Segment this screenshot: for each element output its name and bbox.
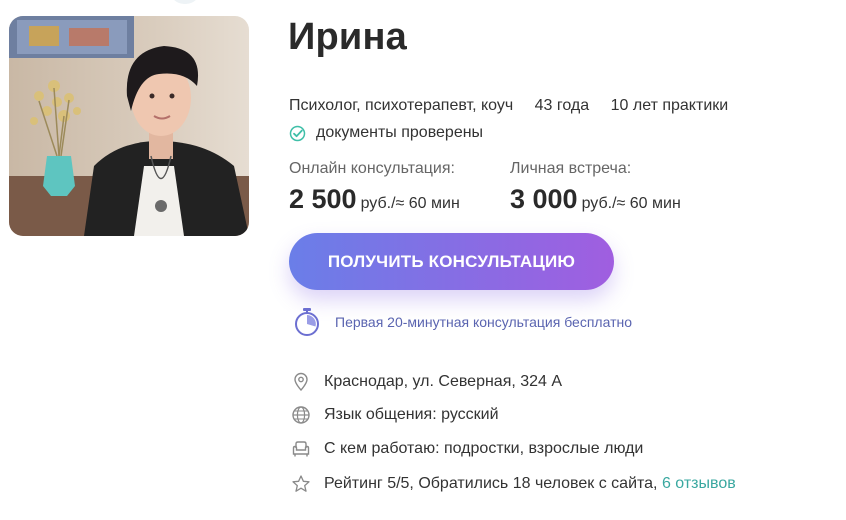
check-circle-icon	[289, 125, 306, 141]
language-text: Язык общения: русский	[324, 406, 499, 423]
price-online-label: Онлайн консультация:	[289, 160, 455, 177]
experience-text: 10 лет практики	[610, 97, 729, 114]
verified-text: документы проверены	[316, 124, 484, 141]
info-address: Краснодар, ул. Северная, 324 А	[291, 372, 562, 392]
globe-icon	[292, 406, 310, 424]
profile-meta: Психолог, психотерапевт, коуч 43 года 10…	[289, 97, 745, 115]
stopwatch-icon	[295, 308, 319, 336]
info-works-with: С кем работаю: подростки, взрослые люди	[291, 439, 643, 459]
profession-text: Психолог, психотерапевт, коуч	[289, 97, 514, 114]
price-in-person: Личная встреча: 3 000 руб./≈ 60 мин	[510, 160, 681, 215]
profile-name: Ирина	[288, 16, 407, 58]
psychologist-photo-icon	[9, 16, 249, 236]
get-consultation-button[interactable]: ПОЛУЧИТЬ КОНСУЛЬТАЦИЮ	[289, 233, 614, 290]
age-text: 43 года	[534, 97, 590, 114]
price-in-person-label: Личная встреча:	[510, 160, 632, 177]
address-text: Краснодар, ул. Северная, 324 А	[324, 373, 563, 390]
rating-text: Рейтинг 5/5, Обратились 18 человек с сай…	[324, 475, 658, 492]
decorative-circle	[170, 0, 200, 4]
price-online-unit: руб./≈ 60 мин	[360, 195, 460, 212]
works-with-text: С кем работаю: подростки, взрослые люди	[324, 440, 644, 457]
price-online-amount: 2 500	[289, 184, 357, 214]
free-consultation-note: Первая 20-минутная консультация бесплатн…	[293, 307, 632, 337]
profile-photo	[9, 16, 249, 236]
reviews-link[interactable]: 6 отзывов	[662, 475, 736, 492]
info-language: Язык общения: русский	[291, 405, 499, 425]
info-rating: Рейтинг 5/5, Обратились 18 человек с сай…	[291, 474, 736, 494]
price-in-person-amount: 3 000	[510, 184, 578, 214]
price-online: Онлайн консультация: 2 500 руб./≈ 60 мин	[289, 160, 460, 215]
free-consultation-text: Первая 20-минутная консультация бесплатн…	[335, 314, 633, 330]
star-icon	[292, 475, 310, 492]
location-pin-icon	[294, 372, 308, 392]
armchair-icon	[292, 441, 310, 457]
verified-badge: документы проверены	[289, 124, 483, 142]
price-in-person-unit: руб./≈ 60 мин	[581, 195, 681, 212]
